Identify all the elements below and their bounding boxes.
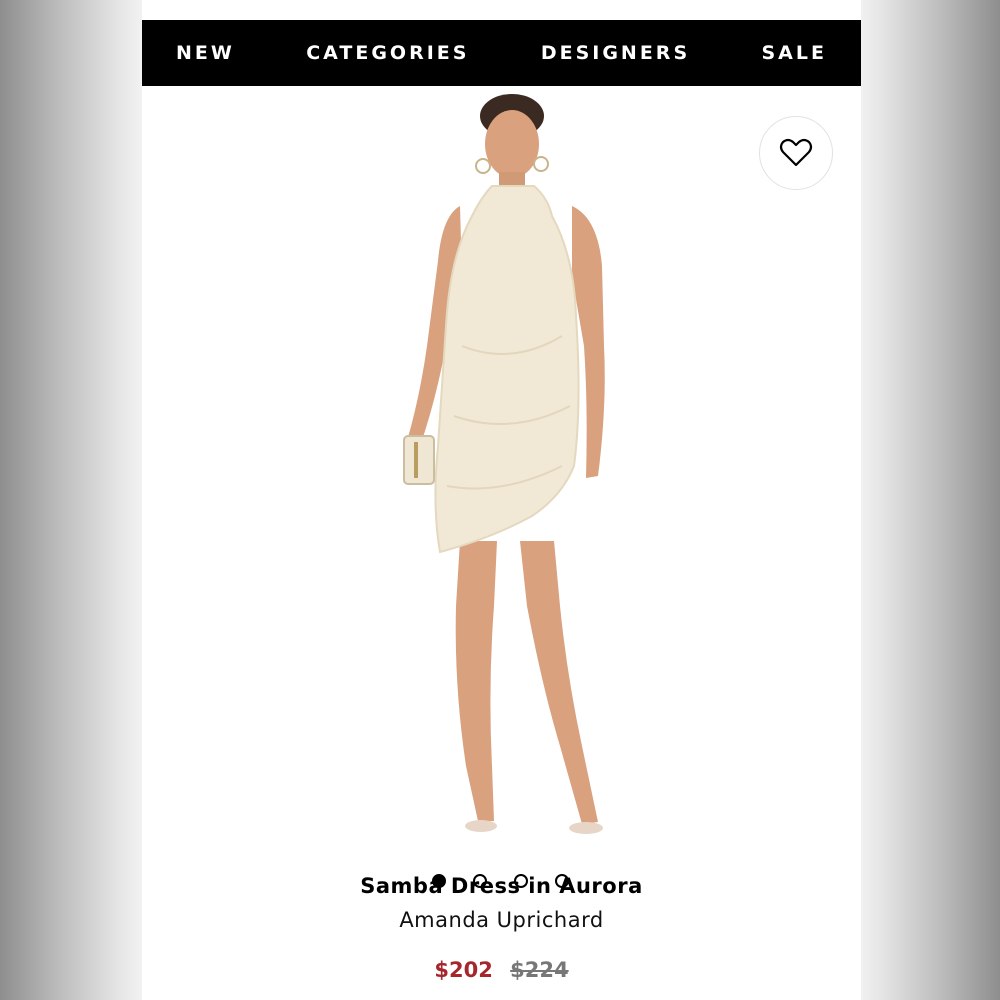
sale-price: $202 [434, 958, 493, 982]
nav-item-categories[interactable]: CATEGORIES [306, 42, 469, 64]
phone-screen: NEW CATEGORIES DESIGNERS SALE Samba Dres… [142, 0, 861, 1000]
product-image[interactable] [142, 86, 861, 888]
nav-item-sale[interactable]: SALE [762, 42, 827, 64]
top-navigation: NEW CATEGORIES DESIGNERS SALE [142, 20, 861, 86]
product-title[interactable]: Samba Dress in Aurora [142, 874, 861, 898]
price-row: $202 $224 [142, 958, 861, 982]
nav-item-new[interactable]: NEW [176, 42, 235, 64]
original-price: $224 [510, 958, 569, 982]
product-brand[interactable]: Amanda Uprichard [142, 908, 861, 932]
model-photo [403, 94, 605, 834]
heart-outline-icon [779, 138, 813, 167]
nav-item-designers[interactable]: DESIGNERS [541, 42, 690, 64]
favorite-button[interactable] [759, 116, 833, 190]
